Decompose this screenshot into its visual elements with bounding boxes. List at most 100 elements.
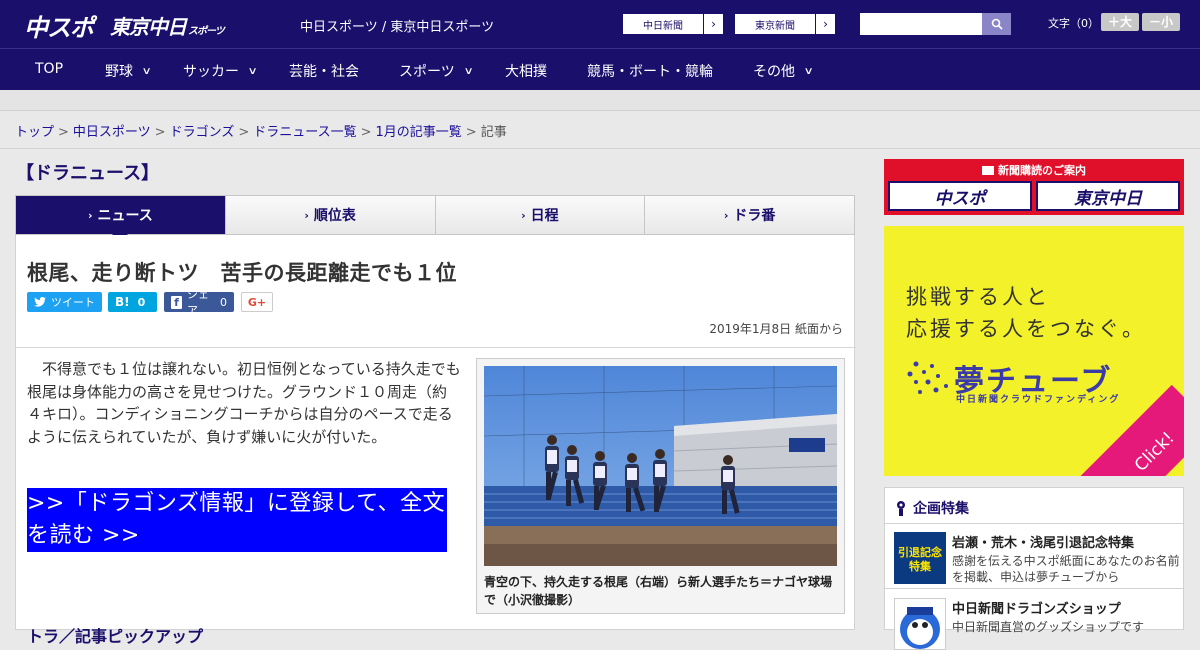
register-cta-link[interactable]: >>「ドラゴンズ情報」に登録して、全文を読む >> [27, 488, 447, 552]
breadcrumb-item[interactable]: ドラゴンズ [170, 125, 235, 140]
divider [16, 347, 856, 348]
site-names: 中日スポーツ / 東京中日スポーツ [300, 20, 495, 35]
chunichi-shimbun-link[interactable]: 中日新聞 › [622, 13, 724, 35]
tweet-button[interactable]: ツイート [27, 292, 102, 312]
yume-line2: 応援する人をつなぐ。 [906, 317, 1146, 341]
article-date: 2019年1月8日 紙面から [709, 322, 843, 336]
mascot-icon [900, 607, 940, 649]
breadcrumb-separator: > [58, 125, 69, 140]
photo-caption: 青空の下、持久走する根尾（右端）ら新人選手たち＝ナゴヤ球場で（小沢徹撮影） [484, 575, 833, 607]
chevron-down-icon: ∨ [141, 65, 152, 77]
nav-item-sumo[interactable]: 大相撲 [505, 61, 547, 81]
font-size-label: 文字（0） [1048, 17, 1099, 30]
nav-item-top[interactable]: TOP [35, 61, 63, 77]
subscribe-chuspo-logo[interactable]: 中スポ [888, 181, 1032, 211]
breadcrumb-separator: > [238, 125, 250, 140]
hatena-count: 0 [137, 295, 146, 309]
font-smaller-button[interactable]: －小 [1142, 13, 1180, 31]
nav-item-entertainment[interactable]: 芸能・社会 [289, 61, 359, 81]
feature-item-desc: 中日新聞直営のグッズショップです [952, 620, 1145, 634]
feature-item-title: 岩瀬・荒木・浅尾引退記念特集 [952, 536, 1135, 551]
article-photo: 青空の下、持久走する根尾（右端）ら新人選手たち＝ナゴヤ球場で（小沢徹撮影） [476, 358, 845, 614]
facebook-share-button[interactable]: f シェア 0 [164, 288, 234, 317]
tab-label: 順位表 [313, 208, 356, 224]
chevron-down-icon: ∨ [247, 65, 258, 77]
breadcrumb-item[interactable]: トップ [15, 125, 54, 140]
breadcrumb-item[interactable]: 中日スポーツ [73, 125, 151, 140]
tab-label: 日程 [530, 208, 559, 224]
search-button[interactable] [982, 13, 1011, 35]
subscription-banner[interactable]: 新聞購読のご案内 中スポ 東京中日 [884, 159, 1184, 215]
facebook-icon: f [171, 295, 183, 309]
subscribe-tokyo-logo[interactable]: 東京中日 [1036, 181, 1180, 211]
main-nav: TOP 野球 ∨ サッカー ∨ 芸能・社会 スポーツ ∨ 大相撲 競馬・ボート・競輪 … [0, 48, 1200, 90]
nav-item-baseball[interactable]: 野球 ∨ [105, 61, 152, 81]
article-headline: 根尾、走り断トツ 苦手の長距離走でも１位 [27, 261, 457, 285]
font-bigger-button[interactable]: ＋大 [1101, 13, 1139, 31]
chevron-right-icon: › [723, 208, 729, 222]
facebook-count: 0 [220, 295, 227, 309]
chevron-right-icon: › [815, 14, 835, 34]
photo-runners[interactable] [484, 366, 837, 566]
search-icon [991, 18, 1003, 30]
nav-item-other[interactable]: その他 ∨ [753, 61, 814, 81]
tab-label: ドラ番 [733, 208, 776, 224]
feature-heading: 企画特集 [895, 498, 969, 518]
feature-title: 企画特集 [913, 501, 969, 517]
retirement-thumbnail: 引退記念特集 [894, 532, 946, 584]
feature-item-desc: 感謝を伝える中スポ紙面にあなたのお名前を掲載、申込は夢チューブから [952, 554, 1180, 584]
pickup-heading: トラ／記事ピックアップ [27, 627, 204, 646]
tab-label: ニュース [97, 208, 153, 224]
tab-standings[interactable]: › 順位表 [225, 196, 436, 234]
chevron-down-icon: ∨ [463, 65, 474, 77]
chunichi-sports-logo[interactable]: 中スポ [24, 8, 94, 43]
nav-item-label: サッカー [183, 64, 239, 80]
feature-item-title: 中日新聞ドラゴンズショップ [952, 602, 1121, 617]
article-body: 不得意でも１位は譲れない。初日恒例となっている持久走でも根尾は身体能力の高さを見… [27, 360, 461, 446]
nav-item-label: 競馬・ボート・競輪 [587, 64, 713, 80]
nav-item-soccer[interactable]: サッカー ∨ [183, 61, 258, 81]
search-input[interactable] [860, 13, 982, 35]
tokyo-shimbun-link[interactable]: 東京新聞 › [734, 13, 836, 35]
dragons-mascot-thumbnail [894, 598, 946, 650]
tokyo-chunichi-logo[interactable]: 東京中日 スポーツ [110, 11, 225, 40]
newspaper-icon [982, 166, 994, 175]
google-plus-button[interactable]: G+ [241, 292, 273, 312]
chevron-right-icon: › [703, 14, 723, 34]
hatena-button[interactable]: B! 0 [108, 292, 157, 312]
facebook-share-label: シェア [187, 288, 210, 317]
twitter-icon [34, 297, 46, 307]
dots-icon [907, 361, 948, 394]
divider [885, 588, 1183, 589]
subscription-title-text: 新聞購読のご案内 [998, 164, 1086, 177]
section-title: 【ドラニュース】 [16, 163, 160, 184]
section-tabs: › ニュース › 順位表 › 日程 › ドラ番 [15, 195, 855, 242]
tab-schedule[interactable]: › 日程 [435, 196, 646, 234]
nav-item-racing[interactable]: 競馬・ボート・競輪 [587, 61, 713, 81]
yume-tube-banner[interactable]: 挑戦する人と 応援する人をつなぐ。 夢チューブ 中日新聞クラウドファンディング … [884, 226, 1184, 476]
divider [0, 148, 1200, 149]
breadcrumb: トップ > 中日スポーツ > ドラゴンズ > ドラニュース一覧 >1月の記事一覧 > 記事 [15, 121, 507, 140]
chevron-down-icon: ∨ [803, 65, 814, 77]
tokyo-logo-small: スポーツ [188, 26, 225, 37]
tab-dora-ban[interactable]: › ドラ番 [645, 196, 854, 234]
hatena-icon: B! [115, 295, 130, 309]
nav-item-label: 芸能・社会 [289, 64, 359, 80]
nav-item-label: その他 [753, 64, 795, 80]
google-plus-icon: G+ [247, 295, 267, 309]
site-header: 中スポ 東京中日 スポーツ 中日スポーツ / 東京中日スポーツ 中日新聞 › 東京… [0, 0, 1200, 48]
cta-text: >>「ドラゴンズ情報」に登録して、全文を読む >> [27, 491, 446, 548]
nav-item-label: 大相撲 [505, 64, 547, 80]
photo-image [484, 366, 837, 566]
tokyo-logo-text: 東京中日 [110, 15, 187, 39]
yume-line1: 挑戦する人と [906, 285, 1050, 309]
breadcrumb-separator: > [465, 125, 477, 140]
divider [885, 523, 1183, 524]
breadcrumb-separator: > [360, 125, 372, 140]
nav-item-sports[interactable]: スポーツ ∨ [399, 61, 474, 81]
article: 根尾、走り断トツ 苦手の長距離走でも１位 ツイート B! 0 f シェア 0 G… [15, 235, 856, 646]
chevron-right-icon: › [304, 208, 309, 222]
tab-news[interactable]: › ニュース [16, 196, 226, 242]
breadcrumb-item[interactable]: 1月の記事一覧 [376, 125, 462, 140]
breadcrumb-item[interactable]: ドラニュース一覧 [253, 125, 356, 140]
